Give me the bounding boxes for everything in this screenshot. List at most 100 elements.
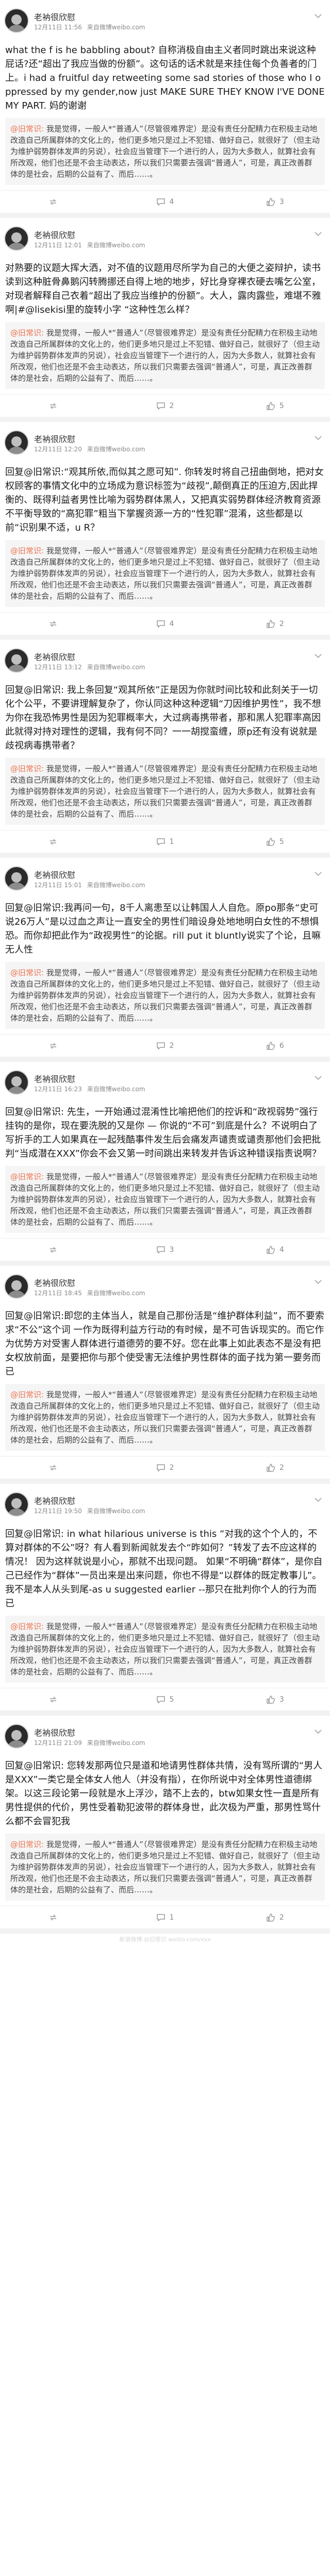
post-meta: 12月11日 19:50 来自微博weibo.com [34,1506,145,1515]
author-name[interactable]: 老衲很欣慰 [34,1726,75,1738]
chevron-down-icon[interactable] [312,1072,324,1083]
chevron-down-icon[interactable] [312,228,324,240]
repost-button[interactable] [0,1035,110,1057]
like-icon [266,401,275,411]
quoted-repost[interactable]: @旧常识: 我是觉得，一般人*“普通人”（尽管很难界定）是没有责任分配精力在积极… [5,962,325,1029]
quoted-user[interactable]: @旧常识: [10,546,44,555]
comment-count: 3 [169,1245,174,1254]
post-time: 12月11日 16:23 [34,1086,82,1093]
avatar[interactable] [4,1492,29,1517]
watermark-text: 新浪微博 @旧常识 weibo.com/xxx [119,1936,211,1943]
post-meta: 12月11日 15:01 来自微博weibo.com [34,880,145,889]
repost-button[interactable] [0,1456,110,1479]
quoted-repost[interactable]: @旧常识: 我是觉得，一般人*“普通人”（尽管很难界定）是没有责任分配精力在积极… [5,1616,325,1683]
author-name[interactable]: 老衲很欣慰 [34,432,75,445]
like-button[interactable]: 2 [220,613,330,635]
comment-button[interactable]: 1 [110,831,220,853]
author-name[interactable]: 老衲很欣慰 [34,10,75,23]
quoted-text: 我是觉得，一般人*“普通人”（尽管很难界定）是没有责任分配精力在积极主动地改造自… [10,1622,320,1676]
avatar[interactable] [4,8,29,33]
post-meta: 12月11日 18:45 来自微博weibo.com [34,1289,145,1297]
chevron-down-icon[interactable] [312,1276,324,1287]
like-button[interactable]: 2 [220,1456,330,1479]
action-bar: 4 2 [0,612,330,635]
author-name[interactable]: 老衲很欣慰 [34,868,75,880]
quoted-repost[interactable]: @旧常识: 我是觉得，一般人*“普通人”（尽管很难界定）是没有责任分配精力在积极… [5,1166,325,1233]
author-name[interactable]: 老衲很欣慰 [34,1494,75,1506]
repost-button[interactable] [0,191,110,213]
post-time: 12月11日 12:01 [34,242,82,249]
chevron-down-icon[interactable] [312,868,324,879]
like-icon [266,1695,275,1704]
comment-icon [156,401,166,411]
like-button[interactable]: 4 [220,1239,330,1261]
quoted-repost[interactable]: @旧常识: 我是觉得，一般人*“普通人”（尽管很难界定）是没有责任分配精力在积极… [5,540,325,607]
repost-button[interactable] [0,395,110,417]
quoted-user[interactable]: @旧常识: [10,764,44,773]
chevron-down-icon[interactable] [312,10,324,22]
author-name[interactable]: 老衲很欣慰 [34,1276,75,1289]
quoted-user[interactable]: @旧常识: [10,1840,44,1849]
like-icon [266,1245,275,1255]
post-meta: 12月11日 11:56 来自微博weibo.com [34,23,145,31]
chevron-down-icon[interactable] [312,1494,324,1505]
post-source: 来自微博weibo.com [87,1507,145,1515]
author-name[interactable]: 老衲很欣慰 [34,1072,75,1084]
like-button[interactable]: 3 [220,1688,330,1710]
weibo-post: 老衲很欣慰 12月11日 12:01 来自微博weibo.com 对熟要的议题大… [0,218,330,422]
avatar[interactable] [4,1070,29,1095]
avatar[interactable] [4,648,29,673]
avatar[interactable] [4,226,29,251]
comment-button[interactable]: 2 [110,1035,220,1057]
comment-button[interactable]: 2 [110,1456,220,1479]
chevron-down-icon[interactable] [312,650,324,662]
quoted-user[interactable]: @旧常识: [10,1390,44,1399]
comment-count: 1 [169,837,174,846]
repost-button[interactable] [0,1906,110,1928]
quoted-repost[interactable]: @旧常识: 我是觉得，一般人*“普通人”（尽管很难界定）是没有责任分配精力在积极… [5,322,325,389]
quoted-user[interactable]: @旧常识: [10,968,44,977]
quoted-user[interactable]: @旧常识: [10,1172,44,1181]
repost-button[interactable] [0,1688,110,1710]
comment-button[interactable]: 2 [110,395,220,417]
avatar[interactable] [4,1724,29,1749]
like-button[interactable]: 3 [220,191,330,213]
quoted-user[interactable]: @旧常识: [10,1622,44,1631]
comment-button[interactable]: 1 [110,1906,220,1928]
repost-icon [48,1695,58,1704]
comment-button[interactable]: 5 [110,1688,220,1710]
quoted-text: 我是觉得，一般人*“普通人”（尽管很难界定）是没有责任分配精力在积极主动地改造自… [10,764,320,819]
repost-button[interactable] [0,1239,110,1261]
quoted-repost[interactable]: @旧常识: 我是觉得，一般人*“普通人”（尽管很难界定）是没有责任分配精力在积极… [5,1834,325,1901]
like-button[interactable]: 5 [220,395,330,417]
like-button[interactable]: 2 [220,1906,330,1928]
quoted-repost[interactable]: @旧常识: 我是觉得，一般人*“普通人”（尽管很难界定）是没有责任分配精力在积极… [5,758,325,825]
avatar[interactable] [4,1274,29,1299]
comment-count: 5 [169,1695,174,1704]
like-count: 4 [279,1245,284,1254]
quoted-repost[interactable]: @旧常识: 我是觉得，一般人*“普通人”（尽管很难界定）是没有责任分配精力在积极… [5,1384,325,1451]
post-text: what the f is he babbling about? 自称消极自由主… [5,45,328,111]
repost-button[interactable] [0,831,110,853]
avatar[interactable] [4,866,29,891]
comment-button[interactable]: 4 [110,613,220,635]
quoted-text: 我是觉得，一般人*“普通人”（尽管很难界定）是没有责任分配精力在积极主动地改造自… [10,124,320,179]
quoted-user[interactable]: @旧常识: [10,328,44,337]
comment-button[interactable]: 3 [110,1239,220,1261]
comment-icon [156,1245,166,1255]
quoted-user[interactable]: @旧常识: [10,124,44,133]
avatar[interactable] [4,430,29,455]
comment-button[interactable]: 4 [110,191,220,213]
like-button[interactable]: 5 [220,831,330,853]
chevron-down-icon[interactable] [312,432,324,444]
author-name[interactable]: 老衲很欣慰 [34,650,75,663]
like-icon [266,837,275,846]
author-name[interactable]: 老衲很欣慰 [34,228,75,241]
like-button[interactable]: 6 [220,1035,330,1057]
like-icon [266,1913,275,1922]
comment-count: 2 [169,1041,174,1050]
repost-button[interactable] [0,613,110,635]
chevron-down-icon[interactable] [312,1726,324,1737]
quoted-repost[interactable]: @旧常识: 我是觉得，一般人*“普通人”（尽管很难界定）是没有责任分配精力在积极… [5,118,325,185]
post-source: 来自微博weibo.com [87,1290,145,1297]
